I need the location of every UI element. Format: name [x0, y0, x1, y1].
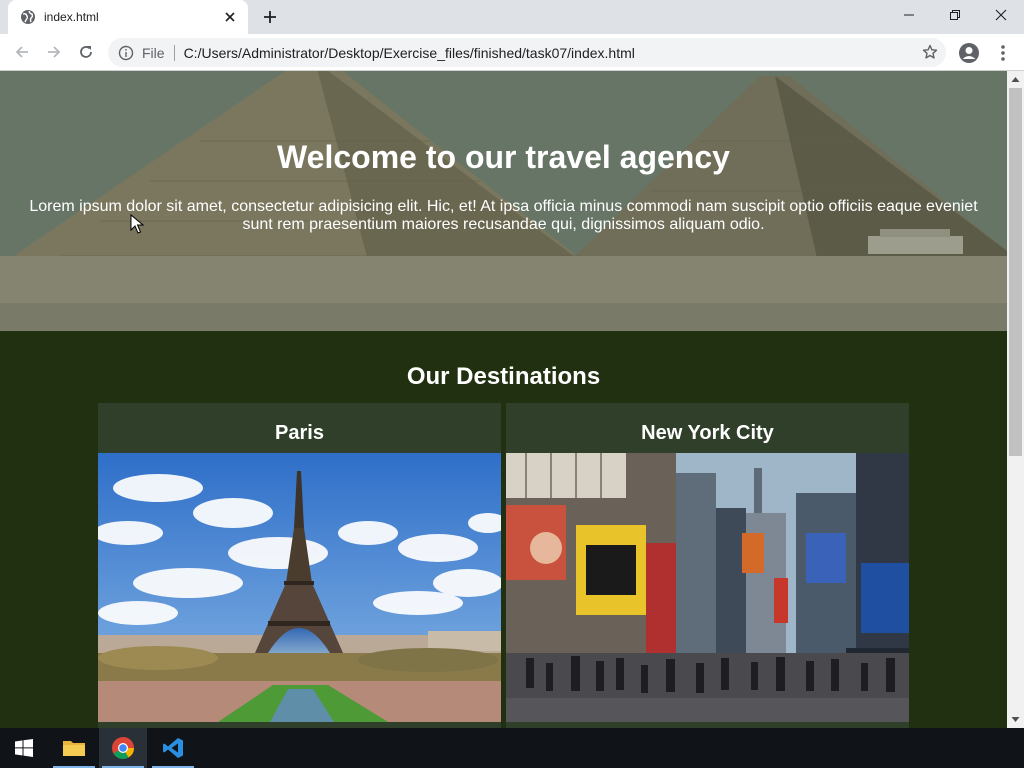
chrome-icon[interactable]	[99, 728, 147, 768]
maximize-icon[interactable]	[932, 0, 978, 30]
scroll-down-icon[interactable]	[1011, 715, 1020, 724]
browser-tab[interactable]: index.html	[8, 0, 248, 34]
address-bar[interactable]: File C:/Users/Administrator/Desktop/Exer…	[108, 38, 946, 67]
destination-card-new-york-city[interactable]: New York City	[506, 403, 909, 728]
window-close-icon[interactable]	[978, 0, 1024, 30]
back-icon[interactable]	[9, 40, 35, 64]
vscode-icon[interactable]	[149, 728, 197, 768]
star-icon[interactable]	[922, 44, 938, 60]
divider	[173, 44, 175, 61]
vertical-scrollbar[interactable]	[1007, 71, 1024, 728]
url-text: C:/Users/Administrator/Desktop/Exercise_…	[183, 44, 635, 61]
menu-icon[interactable]	[995, 43, 1011, 63]
card-title: New York City	[641, 422, 774, 444]
scrollbar-thumb[interactable]	[1009, 88, 1022, 456]
tab-title: index.html	[44, 10, 99, 24]
destination-card-paris[interactable]: Paris	[98, 403, 501, 728]
hero-heading: Welcome to our travel agency	[277, 139, 730, 175]
windows-start-icon[interactable]	[0, 728, 48, 768]
file-explorer-icon[interactable]	[50, 728, 98, 768]
mouse-cursor-icon	[130, 214, 144, 234]
profile-icon[interactable]	[958, 42, 980, 64]
scheme-label: File	[142, 44, 165, 61]
scroll-up-icon[interactable]	[1011, 75, 1020, 84]
paris-image	[98, 453, 501, 722]
hero-paragraph: Lorem ipsum dolor sit amet, consectetur …	[29, 198, 978, 233]
destinations-title: Our Destinations	[406, 363, 601, 390]
tab-strip: index.html	[0, 0, 1024, 34]
minimize-icon[interactable]	[886, 0, 932, 30]
forward-icon[interactable]	[41, 40, 67, 64]
browser-toolbar: File C:/Users/Administrator/Desktop/Exer…	[0, 34, 1024, 71]
card-title: Paris	[275, 422, 324, 444]
new-york-image	[506, 453, 909, 722]
globe-icon	[21, 10, 35, 24]
page-viewport: Welcome to our travel agency Lorem ipsum…	[0, 71, 1007, 728]
reload-icon[interactable]	[73, 40, 99, 64]
close-icon[interactable]	[222, 9, 238, 25]
info-icon[interactable]	[118, 45, 134, 61]
windows-taskbar	[0, 728, 1024, 768]
plus-icon[interactable]	[258, 6, 282, 28]
hero-section: Welcome to our travel agency Lorem ipsum…	[0, 71, 1007, 331]
